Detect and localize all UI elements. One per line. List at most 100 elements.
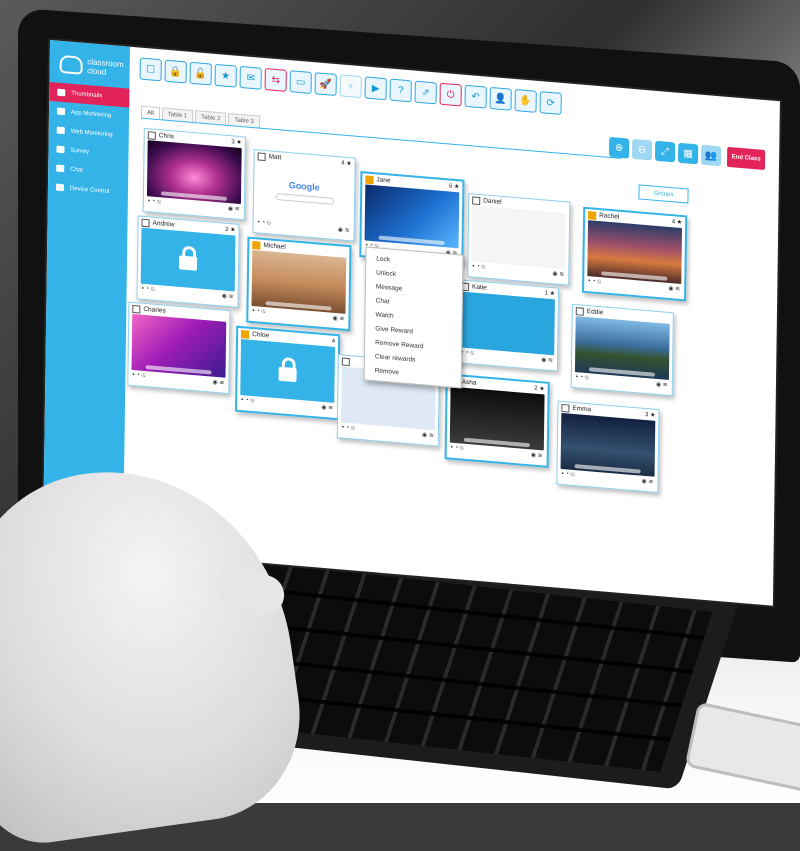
sidebar-item-label: Survey bbox=[70, 147, 90, 155]
help-button[interactable]: ? bbox=[389, 78, 412, 103]
help-icon: ? bbox=[397, 84, 404, 97]
student-card[interactable]: Eddie ▪ ◔ ⦸ ◉ ≋ bbox=[570, 303, 674, 397]
student-select-checkbox[interactable] bbox=[472, 195, 481, 205]
wifi-icon: ◉ ≋ bbox=[332, 315, 345, 323]
screen-thumbnail[interactable] bbox=[240, 339, 336, 403]
screen-button[interactable]: ▭ bbox=[289, 70, 312, 94]
refresh-button[interactable]: ⟳ bbox=[539, 91, 562, 115]
star-icon: ★ bbox=[221, 69, 231, 82]
star-button[interactable]: ★ bbox=[214, 63, 237, 88]
screen-thumbnail[interactable] bbox=[560, 412, 656, 477]
student-select-checkbox[interactable] bbox=[575, 306, 584, 316]
student-card[interactable]: Charles ▪ ◔ ⦸ ◉ ≋ bbox=[127, 301, 231, 395]
screen-thumbnail[interactable] bbox=[587, 220, 683, 284]
reward-count: 2 ★ bbox=[225, 226, 236, 234]
student-select-checkbox[interactable] bbox=[588, 210, 597, 220]
sidebar-nav: Thumbnails App Monitoring Web Monitoring Su… bbox=[48, 81, 130, 203]
groups-icon: 👥 bbox=[704, 149, 718, 162]
screen-thumbnail[interactable] bbox=[460, 291, 555, 356]
unlock-icon: 🔓 bbox=[194, 67, 207, 80]
reward-count: 4 ★ bbox=[671, 219, 683, 227]
student-card[interactable]: Matt 4 ★ Google ▪ ◔ ⦸ ◉ ≋ bbox=[252, 149, 356, 242]
student-card[interactable]: Emma 3 ★ ▪ ◔ ⦸ ◉ ≋ bbox=[556, 400, 660, 494]
hand-button[interactable]: ✋ bbox=[514, 88, 537, 113]
app-monitoring-icon bbox=[56, 107, 66, 116]
link-button[interactable]: ⇆ bbox=[264, 68, 287, 92]
survey-icon bbox=[56, 145, 65, 154]
device-status-icons: ▪ ◔ ⦸ bbox=[257, 219, 271, 227]
student-card[interactable]: Katie 1 ★ ▪ ◔ ⦸ ◉ ≋ bbox=[455, 279, 560, 372]
undo-icon: ↶ bbox=[471, 90, 480, 103]
device-status-icons: ▪ ◔ ⦸ bbox=[450, 444, 464, 452]
search-bar bbox=[275, 192, 335, 205]
student-select-checkbox[interactable] bbox=[241, 329, 250, 339]
wifi-icon: ◉ ≋ bbox=[655, 381, 668, 389]
select-button[interactable]: ☐ bbox=[139, 57, 162, 82]
student-card[interactable]: Michael ▪ ◔ ⦸ ◉ ≋ bbox=[246, 236, 352, 332]
screen-thumbnail[interactable] bbox=[471, 205, 567, 270]
screen-thumbnail[interactable] bbox=[146, 140, 242, 205]
student-card[interactable]: Chris 3 ★ ▪ ◔ ⦸ ◉ ≋ bbox=[142, 127, 246, 221]
screen-thumbnail[interactable] bbox=[574, 316, 670, 380]
student-card[interactable]: Rachel 4 ★ ▪ ◔ ⦸ ◉ ≋ bbox=[582, 206, 688, 302]
zoom-in-icon: ⊕ bbox=[614, 141, 624, 154]
reward-count: 6 ★ bbox=[448, 183, 460, 191]
student-select-checkbox[interactable] bbox=[147, 130, 156, 140]
wifi-icon: ◉ ≋ bbox=[541, 357, 554, 365]
unlock-button[interactable]: 🔓 bbox=[189, 61, 212, 86]
student-select-checkbox[interactable] bbox=[561, 403, 570, 413]
reward-count: 4 ★ bbox=[341, 160, 352, 168]
wifi-icon: ◉ ≋ bbox=[641, 478, 654, 486]
wifi-icon: ◉ ≋ bbox=[221, 293, 234, 301]
zoom-in-button[interactable]: ⊕ bbox=[608, 136, 630, 159]
message-button[interactable]: ✉ bbox=[239, 65, 262, 90]
app-logo: classroom cloud bbox=[49, 40, 130, 89]
student-select-checkbox[interactable] bbox=[132, 304, 141, 314]
device-status-icons: ▪ ◔ ⦸ bbox=[472, 263, 486, 271]
chat-icon bbox=[56, 164, 65, 173]
zoom-out-button[interactable]: ⊖ bbox=[631, 138, 653, 161]
student-card[interactable]: Daniel ▪ ◔ ⦸ ◉ ≋ bbox=[467, 193, 571, 286]
student-card[interactable]: Chloe 4 ▪ ◔ ⦸ ◉ ≋ bbox=[235, 325, 341, 421]
end-class-button[interactable]: End Class bbox=[726, 146, 766, 170]
screen-thumbnail[interactable]: Google bbox=[256, 161, 352, 226]
wifi-icon: ◉ ≋ bbox=[227, 205, 240, 213]
layout-button[interactable]: ▦ bbox=[677, 142, 699, 165]
snap-button[interactable]: ⌖ bbox=[339, 74, 362, 99]
launch-button[interactable]: 🚀 bbox=[314, 72, 337, 97]
fullscreen-button[interactable]: ⤢ bbox=[654, 140, 676, 163]
sidebar-item-label: App Monitoring bbox=[70, 109, 112, 119]
user-icon: 👤 bbox=[494, 92, 507, 105]
power-button[interactable]: ⏻ bbox=[439, 82, 462, 107]
student-card[interactable]: Andrew 2 ★ ▪ ◔ ⦸ ◉ ≋ bbox=[136, 215, 240, 308]
screen-thumbnail[interactable] bbox=[364, 184, 460, 249]
screen-thumbnail[interactable] bbox=[251, 249, 347, 314]
student-select-checkbox[interactable] bbox=[257, 151, 266, 161]
user-button[interactable]: 👤 bbox=[489, 86, 512, 111]
wifi-icon: ◉ ≋ bbox=[212, 379, 225, 387]
layout-icon: ▦ bbox=[683, 147, 693, 160]
snap-icon: ⌖ bbox=[347, 80, 354, 92]
screen-thumbnail[interactable] bbox=[449, 386, 545, 451]
groups-button[interactable]: 👥 bbox=[700, 144, 722, 167]
screen-icon: ▭ bbox=[295, 76, 306, 88]
play-button[interactable]: ▶ bbox=[364, 76, 387, 101]
student-select-checkbox[interactable] bbox=[365, 174, 374, 184]
lock-button[interactable]: 🔒 bbox=[164, 59, 187, 84]
lock-icon: 🔒 bbox=[169, 65, 182, 78]
student-select-checkbox[interactable] bbox=[141, 218, 150, 227]
undo-button[interactable]: ↶ bbox=[464, 84, 487, 109]
launch-icon: 🚀 bbox=[319, 78, 332, 91]
groups-button[interactable]: Groups bbox=[638, 184, 689, 204]
student-select-checkbox[interactable] bbox=[341, 357, 350, 366]
lock-icon bbox=[278, 366, 297, 383]
device-status-icons: ▪ ◔ ⦸ bbox=[575, 374, 589, 382]
student-select-checkbox[interactable] bbox=[252, 240, 261, 250]
screen-thumbnail[interactable] bbox=[140, 227, 236, 292]
device-status-icons: ▪ ◔ ⦸ bbox=[252, 308, 266, 316]
device-status-icons: ▪ ◔ ⦸ bbox=[147, 198, 161, 206]
screen-thumbnail[interactable] bbox=[131, 313, 227, 378]
hand-icon: ✋ bbox=[519, 94, 532, 107]
share-button[interactable]: ⇗ bbox=[414, 80, 437, 105]
reward-count: 3 ★ bbox=[231, 139, 242, 147]
